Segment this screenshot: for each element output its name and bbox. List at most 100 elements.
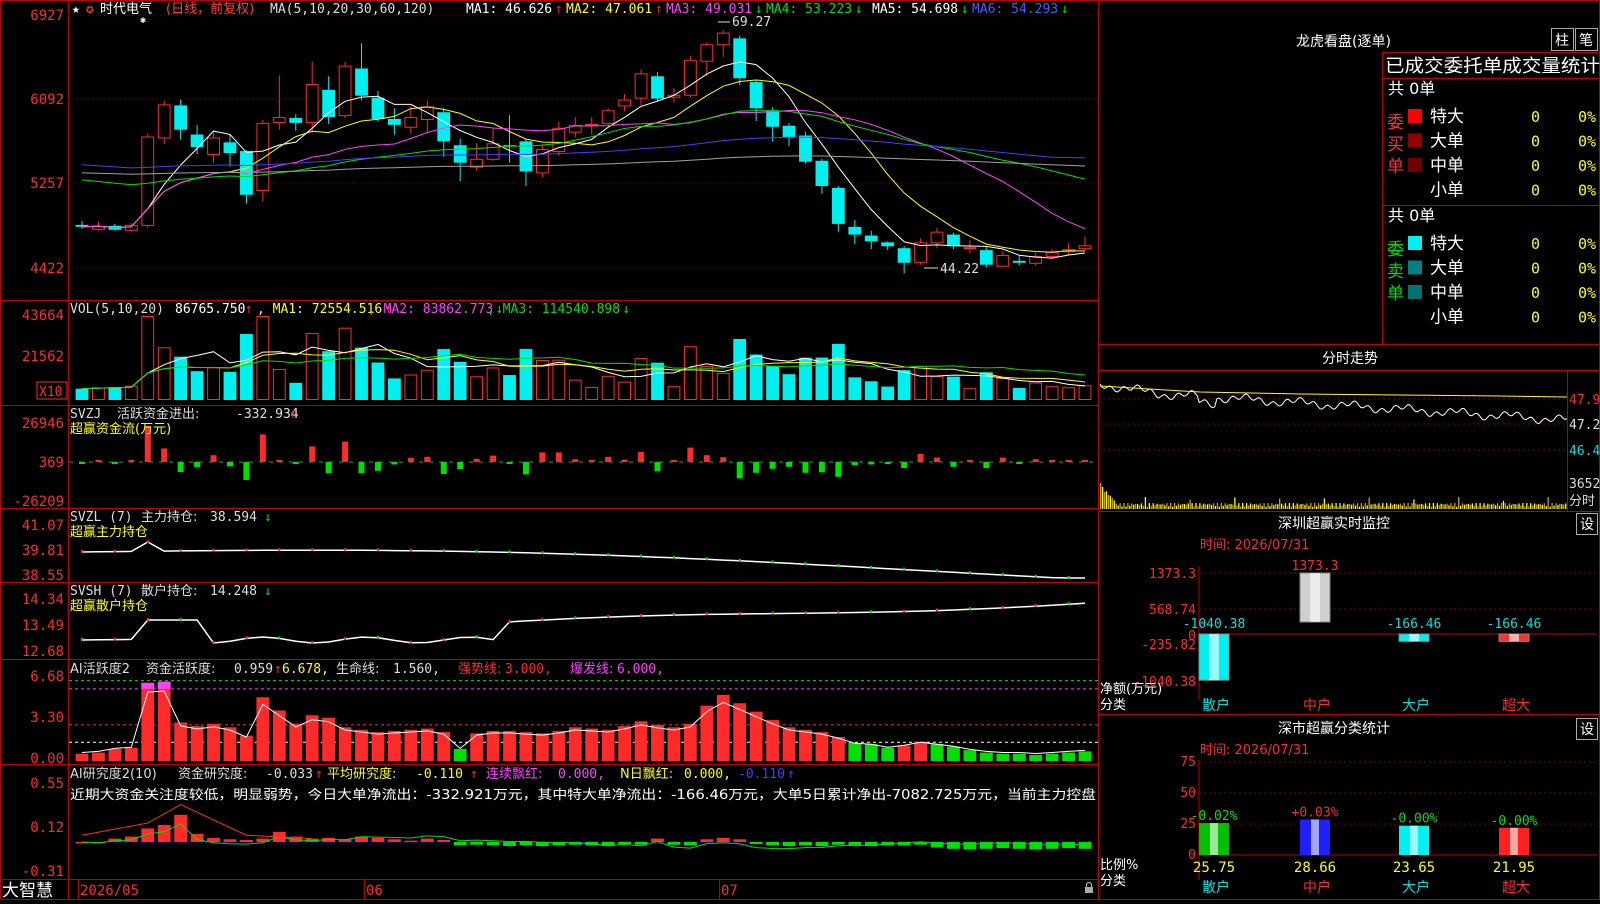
timeline-volume-bar — [1362, 506, 1364, 509]
classify-settings-label[interactable]: 设 — [1580, 722, 1594, 738]
holding-line — [81, 602, 1086, 644]
timeline-volume-bar — [1168, 506, 1170, 509]
candle-body — [223, 142, 237, 153]
activity-bar — [799, 729, 812, 761]
timeline-volume-bar — [1243, 506, 1246, 509]
timeline-volume-bar — [1423, 504, 1425, 509]
monitor-tick: 568.74 — [1149, 603, 1196, 618]
research-bar — [223, 839, 237, 842]
classify-bar-highlight — [1210, 823, 1218, 855]
timeline-volume-bar — [1526, 503, 1528, 509]
order-pct: 0% — [1578, 260, 1596, 278]
timeline-volume-bar — [1563, 504, 1565, 509]
timeline-volume-bar — [1314, 503, 1316, 509]
activity-tick: 3.30 — [30, 710, 64, 726]
timeline-volume-bar — [1459, 505, 1462, 509]
timeline-volume-bar — [1368, 497, 1370, 509]
timeline-volume-bar — [1286, 506, 1289, 509]
holding-marker — [1067, 576, 1070, 579]
research-bar — [371, 837, 385, 842]
tick-mode-label[interactable]: 笔 — [1579, 33, 1593, 49]
candlestick-series[interactable] — [75, 29, 1092, 274]
monitor-category: 大户 — [1402, 697, 1430, 714]
favorite-icon[interactable]: ✪ — [86, 2, 94, 17]
cont-red-value: 0.000, — [558, 767, 605, 782]
svzj-label: 活跃资金进出: — [117, 406, 199, 422]
svzl-value: 38.594 — [210, 510, 257, 525]
research-bar — [749, 842, 763, 845]
flow-bar — [490, 455, 497, 462]
star-icon[interactable]: ★ — [72, 2, 80, 17]
period-label[interactable]: (日线，前复权) — [166, 1, 254, 17]
date-label: 2026/05 — [80, 883, 139, 899]
order-pct: 0% — [1578, 108, 1596, 126]
intraday-timeline-chart[interactable] — [1098, 383, 1568, 509]
flow-bar — [884, 462, 891, 464]
timeline-volume-bar — [1393, 503, 1396, 509]
monitor-settings-label[interactable]: 设 — [1580, 517, 1594, 533]
activity-bar — [634, 721, 648, 761]
activity-bar — [700, 705, 714, 761]
activity-bar — [289, 723, 303, 761]
flow-bar — [374, 462, 381, 471]
ai-research-pane — [69, 804, 1098, 850]
timeline-volume-bar — [1561, 504, 1563, 509]
holding-marker — [574, 552, 577, 556]
monitor-category: 超大 — [1502, 698, 1530, 714]
holding-marker — [771, 560, 774, 564]
volume-bar — [815, 357, 829, 400]
candle-body — [963, 247, 977, 250]
flow-bar — [276, 460, 283, 462]
timeline-volume-bar — [1148, 503, 1150, 509]
timeline-volume-bar — [1160, 504, 1162, 509]
order-total: 共 0单 — [1388, 79, 1435, 98]
holding-marker — [541, 618, 544, 622]
candle-body — [1045, 252, 1059, 257]
timeline-volume-bar — [1296, 503, 1298, 509]
timeline-volume-bar — [1514, 504, 1516, 509]
timeline-volume-bar — [1380, 506, 1382, 509]
timeline-volume-bar — [1131, 503, 1133, 509]
activity-bar — [552, 730, 566, 761]
holding-marker — [179, 618, 182, 621]
holding-marker — [212, 548, 215, 552]
timeline-volume-bar — [1450, 503, 1452, 509]
timeline-volume-bar — [1541, 505, 1544, 509]
volume-bar — [1045, 386, 1059, 401]
timeline-volume-bar — [1351, 504, 1353, 509]
candle-body — [848, 226, 862, 235]
lock-icon[interactable] — [1085, 881, 1093, 894]
ma-legend-label: MA5: 54.698 — [872, 2, 958, 17]
order-total: 共 0单 — [1388, 206, 1435, 225]
bar-mode-label[interactable]: 柱 — [1555, 33, 1569, 49]
timeline-volume-bar — [1123, 503, 1125, 509]
activity-name: AI活跃度2 — [70, 661, 130, 677]
svzl-label: 主力持仓: — [141, 510, 197, 525]
svzl-name: SVZL (7) — [70, 510, 133, 525]
candle-body — [601, 110, 615, 124]
candle-body — [979, 250, 993, 265]
timeline-volume-bar — [1436, 503, 1438, 509]
holding-marker — [212, 640, 215, 644]
timeline-volume-bar — [1156, 503, 1158, 509]
timeline-volume-bar — [1312, 506, 1314, 509]
timeline-volume-bar — [1327, 503, 1329, 509]
order-side-label: 卖 — [1387, 262, 1404, 282]
timeline-volume-bar — [1426, 505, 1429, 509]
holding-marker — [146, 618, 149, 621]
flow-bar — [588, 460, 595, 462]
activity-tick: 0.00 — [30, 751, 64, 767]
timeline-volume-bar — [1424, 503, 1427, 509]
timeline-volume-bar — [1319, 505, 1322, 509]
svsh-axis: 14.34 13.49 12.68 — [22, 592, 64, 660]
holding-marker — [113, 549, 116, 553]
timeline-volume-bar — [1461, 503, 1464, 509]
timeline-volume-bar — [1228, 503, 1230, 509]
candle-body — [141, 136, 155, 226]
activity-bar — [355, 729, 368, 761]
ma-line — [81, 79, 1086, 253]
volume-ma-label: , MA2: 83862.773 — [368, 302, 493, 317]
flow-bar — [342, 441, 349, 462]
timeline-volume-bar — [1187, 503, 1189, 509]
holding-marker — [409, 640, 412, 644]
